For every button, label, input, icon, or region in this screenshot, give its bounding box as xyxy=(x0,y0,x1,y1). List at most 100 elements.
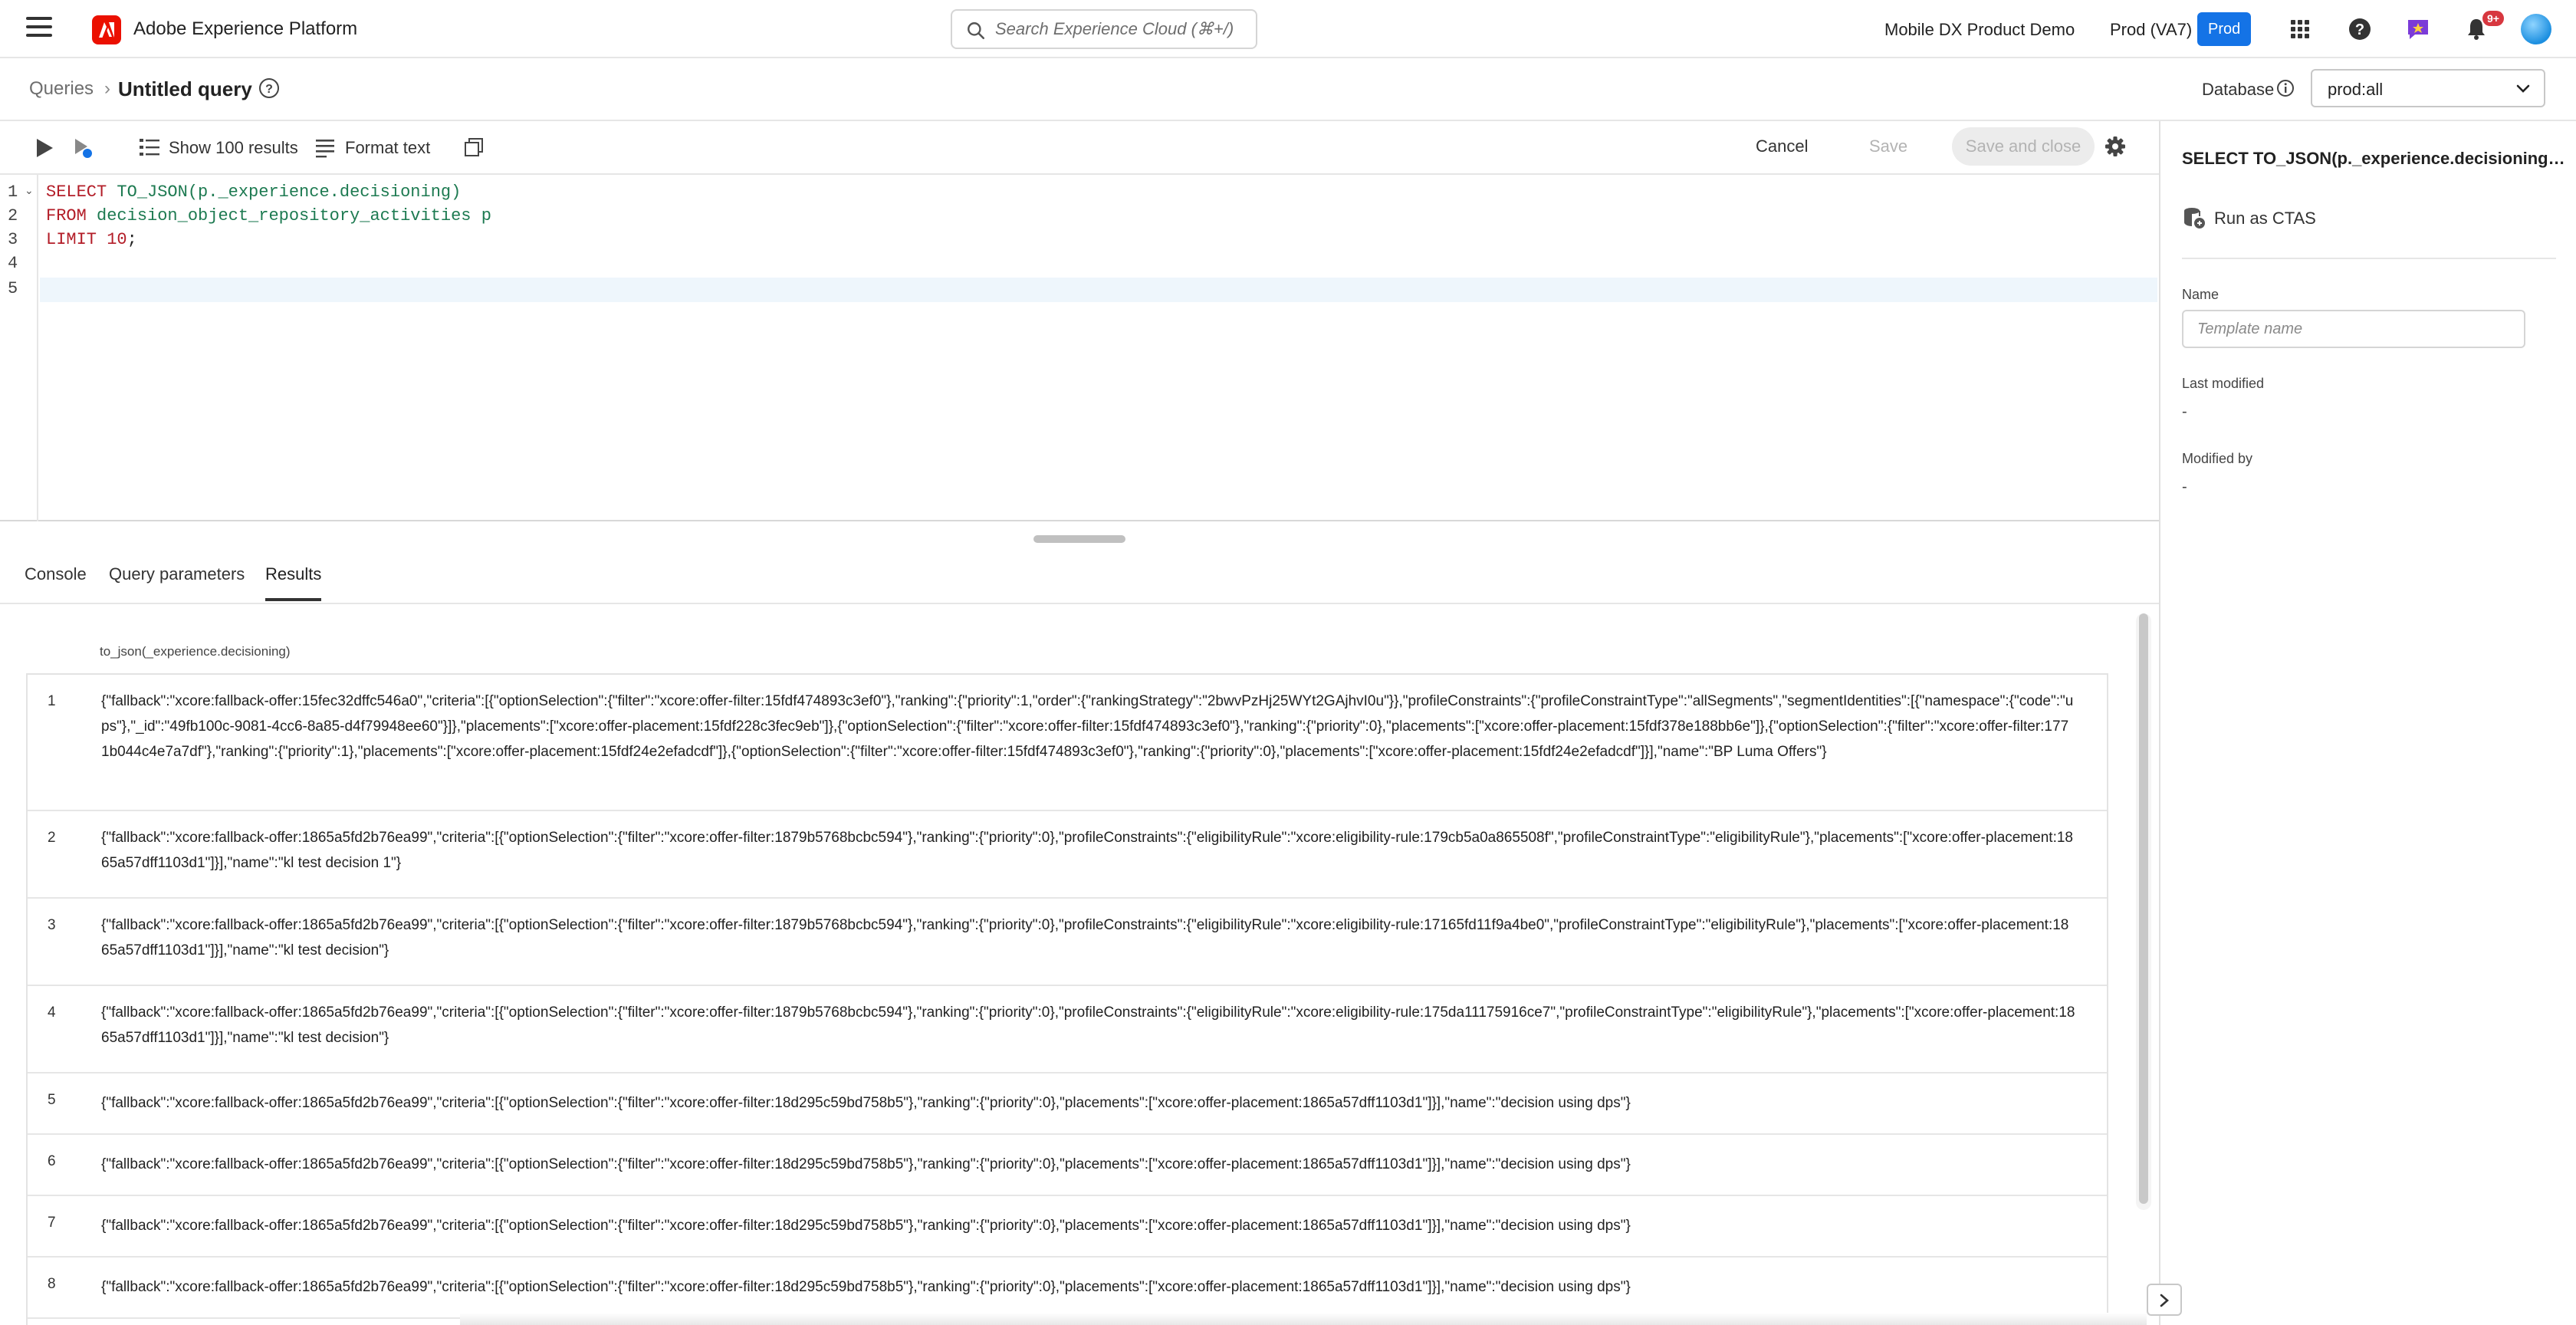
run-as-ctas-button[interactable]: Run as CTAS xyxy=(2214,209,2316,229)
org-switcher[interactable]: Mobile DX Product Demo xyxy=(1884,20,2075,40)
save-button[interactable]: Save xyxy=(1869,136,1907,156)
template-name-input[interactable] xyxy=(2182,310,2525,348)
gear-icon[interactable] xyxy=(2104,135,2127,158)
help-icon[interactable]: ? xyxy=(258,77,281,100)
adobe-logo-icon[interactable] xyxy=(92,15,121,44)
sql-number: 10 xyxy=(97,230,127,249)
info-icon[interactable] xyxy=(2275,78,2295,98)
row-value: {"fallback":"xcore:fallback-offer:1865a5… xyxy=(101,1095,1631,1111)
menu-icon[interactable] xyxy=(26,17,52,41)
svg-text:?: ? xyxy=(2355,21,2364,38)
row-index: 1 xyxy=(48,693,56,709)
table-row[interactable]: 5 {"fallback":"xcore:fallback-offer:1865… xyxy=(28,1073,2107,1135)
sql-keyword: LIMIT xyxy=(46,230,97,249)
row-index: 6 xyxy=(48,1153,56,1169)
row-index: 5 xyxy=(48,1092,56,1108)
row-index: 8 xyxy=(48,1276,56,1292)
table-row[interactable]: 8 {"fallback":"xcore:fallback-offer:1865… xyxy=(28,1258,2107,1319)
search-icon xyxy=(968,22,985,40)
row-value: {"fallback":"xcore:fallback-offer:1865a5… xyxy=(101,1156,1631,1172)
play-icon[interactable] xyxy=(34,136,55,159)
page-title: Untitled query xyxy=(118,77,252,100)
row-index: 3 xyxy=(48,917,56,933)
breadcrumb-queries-link[interactable]: Queries xyxy=(29,78,94,100)
sandbox-switcher[interactable]: Prod (VA7) xyxy=(2110,20,2192,40)
format-text-icon[interactable] xyxy=(314,136,336,158)
bottom-tabs: Console Query parameters Results xyxy=(0,549,2159,604)
sql-expression: decision_object_repository_activities p xyxy=(86,206,491,225)
bottom-shadow xyxy=(460,1313,2147,1325)
sandbox-badge[interactable]: Prod xyxy=(2197,12,2252,46)
active-line-highlight xyxy=(40,278,2157,302)
sql-keyword: SELECT xyxy=(46,182,107,202)
code-line-1[interactable]: SELECT TO_JSON(p._experience.decisioning… xyxy=(46,182,461,202)
table-row[interactable]: 3 {"fallback":"xcore:fallback-offer:1865… xyxy=(28,899,2107,986)
sql-terminator: ; xyxy=(127,230,137,249)
row-value: {"fallback":"xcore:fallback-offer:1865a5… xyxy=(101,917,2069,958)
panel-divider xyxy=(2182,258,2556,259)
row-index: 7 xyxy=(48,1215,56,1231)
database-select[interactable]: prod:all xyxy=(2311,69,2545,107)
show-results-button[interactable]: Show 100 results xyxy=(169,138,298,158)
breadcrumb-separator: › xyxy=(104,78,110,99)
feedback-icon[interactable] xyxy=(2404,15,2432,43)
database-selected-value: prod:all xyxy=(2328,80,2384,99)
copy-icon[interactable] xyxy=(463,136,485,158)
query-summary-title: SELECT TO_JSON(p._experience.decisioning… xyxy=(2182,149,2565,168)
search-field[interactable] xyxy=(951,9,1257,49)
results-scrollbar-thumb[interactable] xyxy=(2139,613,2148,1204)
row-value: {"fallback":"xcore:fallback-offer:1865a5… xyxy=(101,830,2073,871)
last-modified-label: Last modified xyxy=(2182,376,2265,391)
row-index: 2 xyxy=(48,830,56,846)
results-panel: to_json(_experience.decisioning) 1 {"fal… xyxy=(0,606,2159,1325)
modified-by-label: Modified by xyxy=(2182,451,2253,466)
run-selected-icon[interactable] xyxy=(72,136,95,159)
line-number-gutter: 1 ⌄ 2 3 4 5 xyxy=(0,175,38,521)
table-row[interactable]: 4 {"fallback":"xcore:fallback-offer:1865… xyxy=(28,986,2107,1073)
format-text-button[interactable]: Format text xyxy=(345,138,430,158)
row-value: {"fallback":"xcore:fallback-offer:1865a5… xyxy=(101,1004,2075,1046)
breadcrumb-bar: Queries › Untitled query ? Database prod… xyxy=(0,58,2576,121)
product-name[interactable]: Adobe Experience Platform xyxy=(133,18,357,40)
table-row[interactable]: 7 {"fallback":"xcore:fallback-offer:1865… xyxy=(28,1196,2107,1258)
line-number: 3 xyxy=(8,230,18,249)
search-input[interactable] xyxy=(995,17,1248,41)
results-column-header: to_json(_experience.decisioning) xyxy=(100,644,291,659)
row-value: {"fallback":"xcore:fallback-offer:1865a5… xyxy=(101,1279,1631,1295)
list-icon[interactable] xyxy=(138,136,161,158)
table-row[interactable]: 1 {"fallback":"xcore:fallback-offer:15fe… xyxy=(28,675,2107,811)
modified-by-value: - xyxy=(2182,478,2187,495)
tab-results[interactable]: Results xyxy=(265,564,322,601)
query-details-panel: SELECT TO_JSON(p._experience.decisioning… xyxy=(2159,121,2576,1325)
tab-query-parameters[interactable]: Query parameters xyxy=(109,564,245,598)
code-line-2[interactable]: FROM decision_object_repository_activiti… xyxy=(46,206,491,225)
table-row[interactable]: 2 {"fallback":"xcore:fallback-offer:1865… xyxy=(28,811,2107,899)
help-icon[interactable]: ? xyxy=(2346,15,2374,43)
code-line-3[interactable]: LIMIT 10; xyxy=(46,230,137,249)
collapse-panel-button[interactable] xyxy=(2147,1284,2182,1316)
tab-console[interactable]: Console xyxy=(25,564,87,598)
chevron-right-icon xyxy=(2160,1294,2169,1307)
editor-toolbar: Show 100 results Format text Cancel Save… xyxy=(0,121,2159,175)
save-and-close-button[interactable]: Save and close xyxy=(1952,127,2095,166)
sql-keyword: FROM xyxy=(46,206,87,225)
sql-expression: TO_JSON(p._experience.decisioning) xyxy=(107,182,462,202)
results-table: 1 {"fallback":"xcore:fallback-offer:15fe… xyxy=(26,673,2108,1325)
avatar[interactable] xyxy=(2521,14,2551,44)
line-number: 5 xyxy=(8,279,18,298)
editor-resize-handle[interactable] xyxy=(1033,535,1125,543)
sql-editor[interactable]: 1 ⌄ 2 3 4 5 SELECT TO_JSON(p._experience… xyxy=(0,175,2159,521)
fold-chevron-icon[interactable]: ⌄ xyxy=(25,184,34,197)
database-label: Database xyxy=(2202,80,2275,99)
line-number: 2 xyxy=(8,206,18,225)
last-modified-value: - xyxy=(2182,403,2187,420)
row-value: {"fallback":"xcore:fallback-offer:15fec3… xyxy=(101,693,2074,760)
name-label: Name xyxy=(2182,287,2220,302)
apps-grid-icon[interactable] xyxy=(2286,15,2314,43)
top-bar: Adobe Experience Platform Mobile DX Prod… xyxy=(0,0,2576,58)
row-index: 4 xyxy=(48,1004,56,1021)
row-value: {"fallback":"xcore:fallback-offer:1865a5… xyxy=(101,1218,1631,1234)
cancel-button[interactable]: Cancel xyxy=(1756,136,1808,156)
ctas-icon[interactable] xyxy=(2182,205,2206,230)
table-row[interactable]: 6 {"fallback":"xcore:fallback-offer:1865… xyxy=(28,1135,2107,1196)
